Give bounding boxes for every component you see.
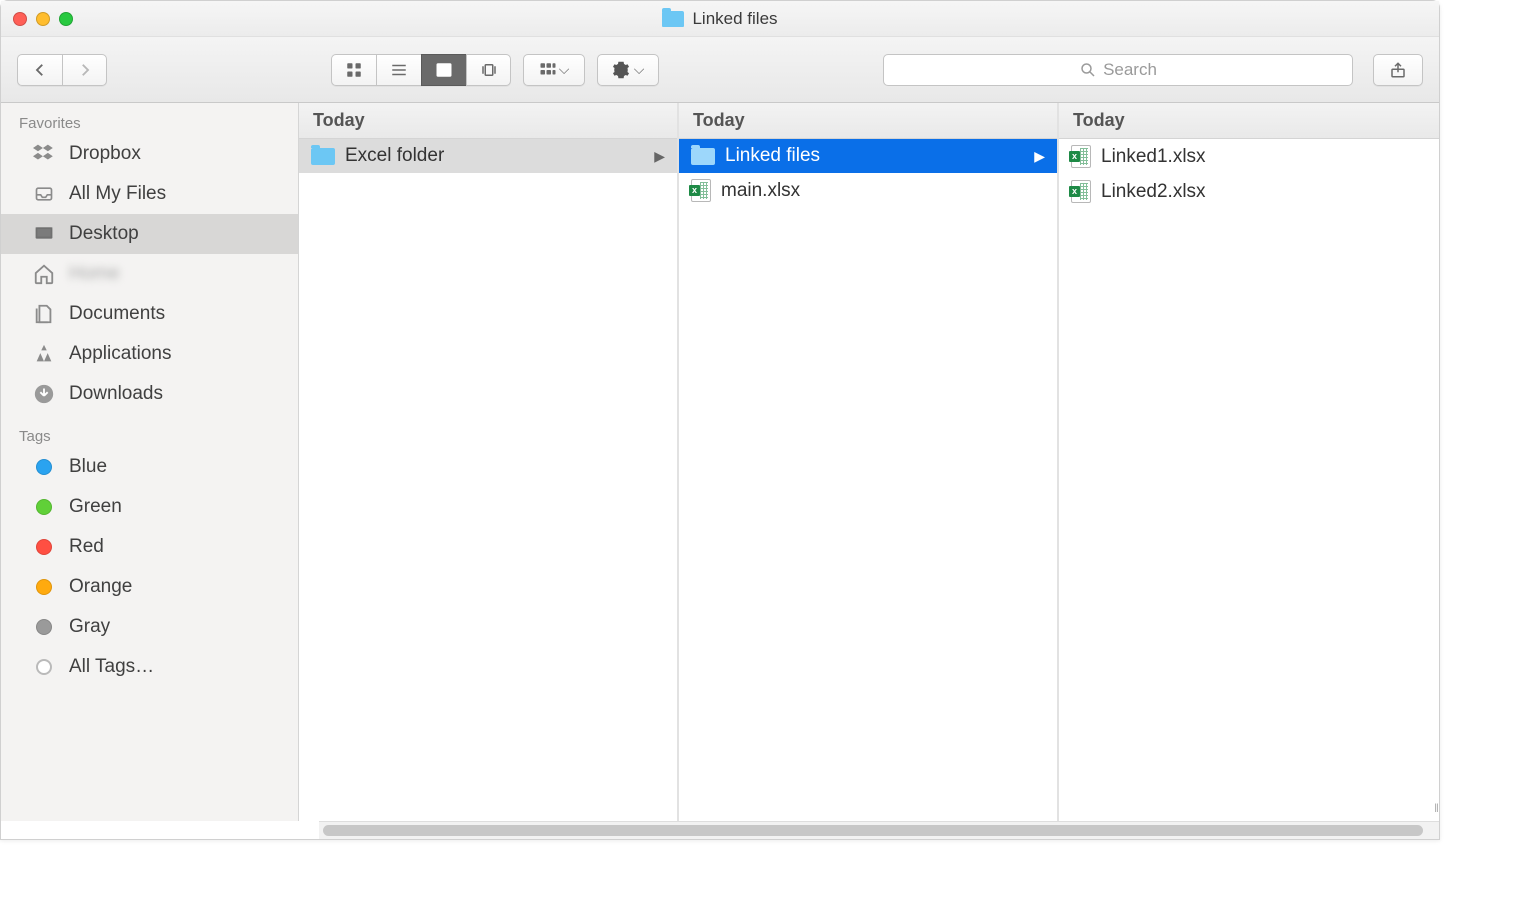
sidebar-item-label: Documents [69, 303, 165, 325]
sidebar-item-label: Home [69, 263, 120, 285]
column-body[interactable]: Linked1.xlsx Linked2.xlsx [1059, 139, 1439, 821]
column-0: Today Excel folder ▶ ‖ [299, 103, 679, 821]
window-title-text: Linked files [692, 9, 777, 29]
view-mode-segmented [331, 54, 511, 86]
list-item-label: main.xlsx [721, 180, 800, 202]
sidebar-section-favorites: Favorites [1, 109, 298, 134]
search-placeholder: Search [1103, 60, 1157, 80]
sidebar-tag-red[interactable]: Red [1, 527, 298, 567]
chevron-right-icon: ▶ [654, 148, 665, 165]
column-body[interactable]: Linked files ▶ main.xlsx [679, 139, 1057, 821]
nav-buttons [17, 54, 107, 86]
finder-window: Linked files [0, 0, 1440, 840]
sidebar-tag-blue[interactable]: Blue [1, 447, 298, 487]
back-button[interactable] [17, 54, 62, 86]
sidebar-item-desktop[interactable]: Desktop [1, 214, 298, 254]
tag-icon [31, 656, 57, 678]
column-body[interactable]: Excel folder ▶ [299, 139, 677, 821]
tag-icon [31, 456, 57, 478]
sidebar-item-downloads[interactable]: Downloads [1, 374, 298, 414]
home-icon [31, 263, 57, 285]
list-item-label: Linked2.xlsx [1101, 181, 1206, 203]
column-2: Today Linked1.xlsx Linked2.xlsx [1059, 103, 1439, 821]
chevron-right-icon: ▶ [1034, 148, 1045, 165]
folder-icon [311, 148, 335, 165]
list-view-button[interactable] [376, 54, 421, 86]
content-area: Favorites Dropbox All My Files Desktop [1, 103, 1439, 821]
sidebar-item-documents[interactable]: Documents [1, 294, 298, 334]
applications-icon [31, 343, 57, 365]
search-icon [1079, 61, 1097, 79]
column-header: Today [679, 103, 1057, 139]
sidebar-item-label: All Tags… [69, 656, 154, 678]
coverflow-view-button[interactable] [466, 54, 511, 86]
list-item-label: Excel folder [345, 145, 444, 167]
sidebar-item-dropbox[interactable]: Dropbox [1, 134, 298, 174]
folder-icon [691, 148, 715, 165]
sidebar-tag-green[interactable]: Green [1, 487, 298, 527]
close-button[interactable] [13, 12, 27, 26]
list-item[interactable]: Linked files ▶ [679, 139, 1057, 173]
arrange-button[interactable]: ⌵ [523, 54, 585, 86]
desktop-icon [31, 223, 57, 245]
chevron-down-icon: ⌵ [634, 61, 645, 78]
list-item[interactable]: Linked1.xlsx [1059, 139, 1439, 174]
window-title: Linked files [1, 9, 1439, 29]
sidebar-item-label: Orange [69, 576, 132, 598]
column-1: Today Linked files ▶ main.xlsx ‖ [679, 103, 1059, 821]
column-view-button[interactable] [421, 54, 466, 86]
xlsx-icon [691, 179, 711, 202]
sidebar-item-label: Red [69, 536, 104, 558]
list-item-label: Linked1.xlsx [1101, 146, 1206, 168]
action-button[interactable]: ⌵ [597, 54, 659, 86]
minimize-button[interactable] [36, 12, 50, 26]
zoom-button[interactable] [59, 12, 73, 26]
column-header: Today [1059, 103, 1439, 139]
column-resize-handle[interactable]: ‖ [1434, 801, 1440, 815]
forward-button[interactable] [62, 54, 107, 86]
list-item[interactable]: Linked2.xlsx [1059, 174, 1439, 209]
dropbox-icon [31, 143, 57, 165]
sidebar-item-label: Dropbox [69, 143, 141, 165]
documents-icon [31, 303, 57, 325]
share-button[interactable] [1373, 54, 1423, 86]
sidebar-item-home[interactable]: Home [1, 254, 298, 294]
icon-view-button[interactable] [331, 54, 376, 86]
column-browser: Today Excel folder ▶ ‖ Today Linked file… [299, 103, 1439, 821]
list-item[interactable]: Excel folder ▶ [299, 139, 677, 173]
sidebar-item-all-my-files[interactable]: All My Files [1, 174, 298, 214]
tag-icon [31, 576, 57, 598]
sidebar: Favorites Dropbox All My Files Desktop [1, 103, 299, 821]
folder-icon [662, 11, 684, 27]
tag-icon [31, 536, 57, 558]
sidebar-tag-orange[interactable]: Orange [1, 567, 298, 607]
xlsx-icon [1071, 145, 1091, 168]
sidebar-item-label: Gray [69, 616, 110, 638]
sidebar-item-applications[interactable]: Applications [1, 334, 298, 374]
search-field[interactable]: Search [883, 54, 1353, 86]
scrollbar-thumb[interactable] [323, 825, 1423, 836]
list-item-label: Linked files [725, 145, 820, 167]
chevron-down-icon: ⌵ [559, 61, 570, 78]
sidebar-item-label: Desktop [69, 223, 139, 245]
sidebar-item-label: Downloads [69, 383, 163, 405]
tag-icon [31, 616, 57, 638]
list-item[interactable]: main.xlsx [679, 173, 1057, 208]
sidebar-item-label: Applications [69, 343, 171, 365]
traffic-lights [13, 12, 73, 26]
tag-icon [31, 496, 57, 518]
sidebar-item-label: All My Files [69, 183, 166, 205]
titlebar: Linked files [1, 1, 1439, 37]
sidebar-item-label: Green [69, 496, 122, 518]
column-header: Today [299, 103, 677, 139]
xlsx-icon [1071, 180, 1091, 203]
toolbar: ⌵ ⌵ Search [1, 37, 1439, 103]
sidebar-item-label: Blue [69, 456, 107, 478]
sidebar-tag-all[interactable]: All Tags… [1, 647, 298, 687]
horizontal-scrollbar[interactable] [319, 821, 1439, 839]
sidebar-section-tags: Tags [1, 422, 298, 447]
tray-icon [31, 183, 57, 205]
downloads-icon [31, 383, 57, 405]
sidebar-tag-gray[interactable]: Gray [1, 607, 298, 647]
